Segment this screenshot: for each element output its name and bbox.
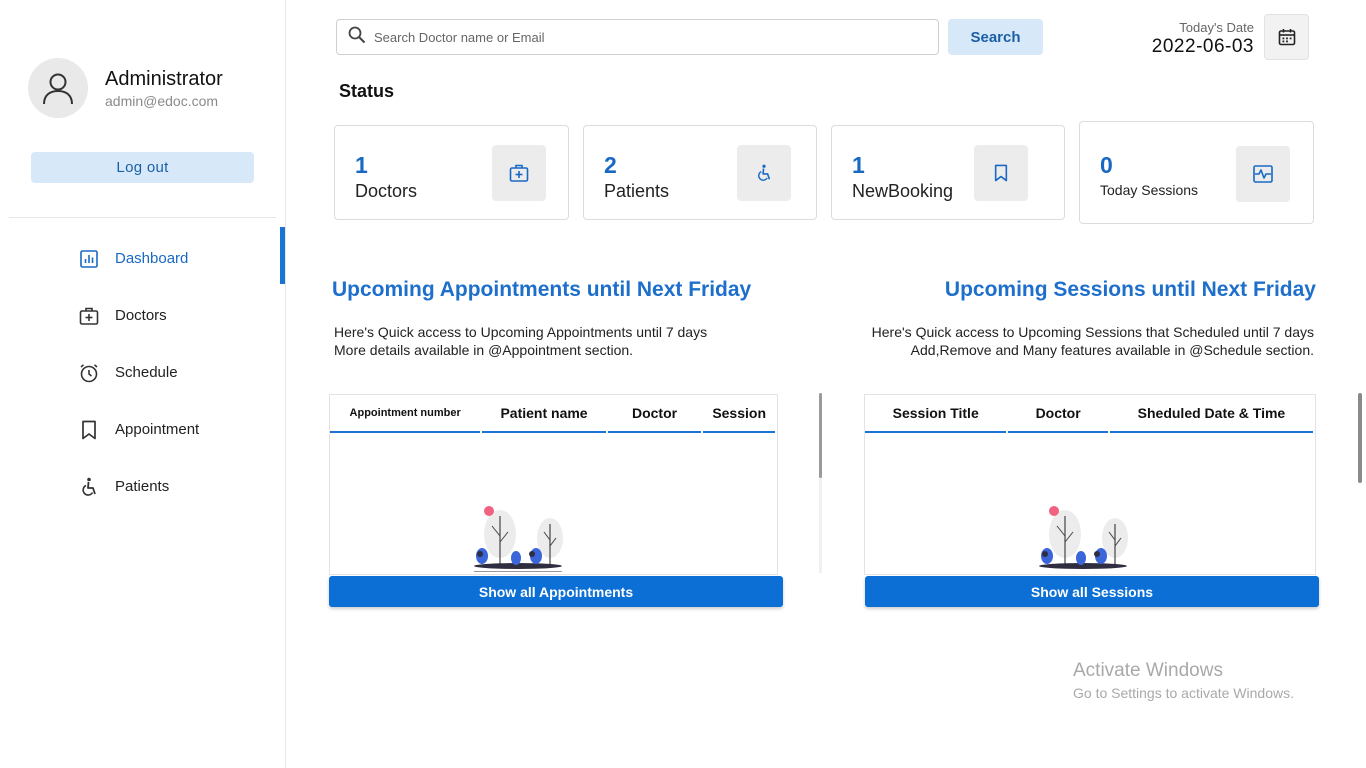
card-value: 1 — [852, 152, 865, 178]
session-icon — [1236, 146, 1290, 202]
date-label: Today's Date — [1179, 20, 1254, 35]
today-date: Today's Date 2022-06-03 — [1152, 20, 1254, 58]
card-label: NewBooking — [852, 181, 954, 201]
appointments-table: Appointment number Patient name Doctor S… — [329, 394, 778, 575]
table-header: Session Title Doctor Sheduled Date & Tim… — [865, 395, 1315, 433]
sessions-desc-line: Add,Remove and Many features available i… — [910, 342, 1314, 358]
sessions-title: Upcoming Sessions until Next Friday — [944, 278, 1316, 301]
user-name: Administrator — [105, 67, 223, 90]
column-header[interactable]: Doctor — [607, 395, 702, 433]
card-label: Doctors — [355, 181, 418, 201]
calendar-button[interactable] — [1264, 14, 1309, 60]
appointments-title: Upcoming Appointments until Next Friday — [332, 278, 752, 301]
alarm-clock-icon — [79, 363, 99, 383]
sessions-table: Session Title Doctor Sheduled Date & Tim… — [864, 394, 1316, 575]
appointments-scrollbar[interactable] — [819, 393, 822, 573]
show-all-sessions-button[interactable]: Show all Sessions — [865, 576, 1319, 607]
sidebar-item-label: Appointment — [115, 421, 200, 438]
date-value: 2022-06-03 — [1151, 36, 1254, 57]
appointments-desc-line: More details available in @Appointment s… — [334, 342, 634, 358]
wheelchair-icon — [737, 145, 791, 201]
status-card-today-sessions: 0 Today Sessions — [1079, 121, 1314, 224]
dashboard-icon — [79, 249, 99, 269]
empty-state-illustration — [1039, 506, 1128, 569]
card-value: 0 — [1100, 152, 1113, 178]
user-icon — [43, 73, 73, 105]
sidebar-item-doctors[interactable]: Doctors — [0, 287, 286, 344]
empty-state-illustration — [474, 506, 563, 572]
appointments-desc-line: Here's Quick access to Upcoming Appointm… — [334, 324, 708, 340]
column-header[interactable]: Sheduled Date & Time — [1109, 395, 1313, 433]
page-scrollbar[interactable] — [1356, 0, 1366, 768]
sidebar-item-dashboard[interactable]: Dashboard — [0, 227, 286, 287]
sidebar: Administrator admin@edoc.com Log out Das… — [0, 0, 286, 768]
avatar — [28, 58, 88, 118]
card-label: Today Sessions — [1100, 182, 1199, 198]
status-card-patients: 2 Patients — [583, 125, 817, 220]
card-value: 1 — [355, 152, 368, 178]
column-header[interactable]: Appointment number — [330, 395, 481, 433]
watermark-line: Activate Windows — [1073, 660, 1223, 681]
bookmark-icon — [79, 420, 99, 440]
medical-bag-icon — [492, 145, 546, 201]
logout-button[interactable]: Log out — [31, 152, 254, 183]
sessions-description: Here's Quick access to Upcoming Sessions… — [872, 323, 1314, 359]
calendar-icon — [1278, 29, 1295, 46]
doctor-bag-icon — [79, 306, 99, 326]
column-header[interactable]: Doctor — [1008, 395, 1108, 433]
search-input[interactable] — [374, 29, 914, 45]
wheelchair-icon — [79, 477, 99, 497]
status-card-newbooking: 1 NewBooking — [831, 125, 1065, 220]
column-header[interactable]: Patient name — [482, 395, 606, 433]
search-icon — [348, 26, 366, 49]
sidebar-item-label: Doctors — [115, 307, 167, 324]
status-title: Status — [339, 81, 395, 101]
search-box — [336, 19, 939, 55]
sidebar-item-patients[interactable]: Patients — [0, 458, 286, 515]
show-all-appointments-button[interactable]: Show all Appointments — [329, 576, 783, 607]
sidebar-divider — [9, 217, 276, 218]
sessions-desc-line: Here's Quick access to Upcoming Sessions… — [871, 324, 1314, 340]
user-profile: Administrator admin@edoc.com — [28, 58, 223, 118]
watermark-line: Go to Settings to activate Windows. — [1073, 685, 1294, 701]
table-header: Appointment number Patient name Doctor S… — [330, 395, 777, 433]
sidebar-item-label: Schedule — [115, 364, 178, 381]
sidebar-item-label: Patients — [115, 478, 170, 495]
sidebar-item-label: Dashboard — [115, 250, 189, 267]
sidebar-item-schedule[interactable]: Schedule — [0, 344, 286, 401]
card-label: Patients — [604, 181, 670, 201]
status-card-doctors: 1 Doctors — [334, 125, 569, 220]
sidebar-item-appointment[interactable]: Appointment — [0, 401, 286, 458]
appointments-description: Here's Quick access to Upcoming Appointm… — [334, 323, 707, 359]
bookmark-icon — [974, 145, 1028, 201]
user-email: admin@edoc.com — [105, 92, 219, 109]
sidebar-nav: Dashboard Doctors Schedule Appointment P… — [0, 227, 286, 515]
windows-activation-watermark: Activate Windows Go to Settings to activ… — [1073, 660, 1294, 701]
card-value: 2 — [604, 152, 617, 178]
search-button[interactable]: Search — [948, 19, 1043, 55]
column-header[interactable]: Session Title — [865, 395, 1007, 433]
column-header[interactable]: Session — [703, 395, 775, 433]
